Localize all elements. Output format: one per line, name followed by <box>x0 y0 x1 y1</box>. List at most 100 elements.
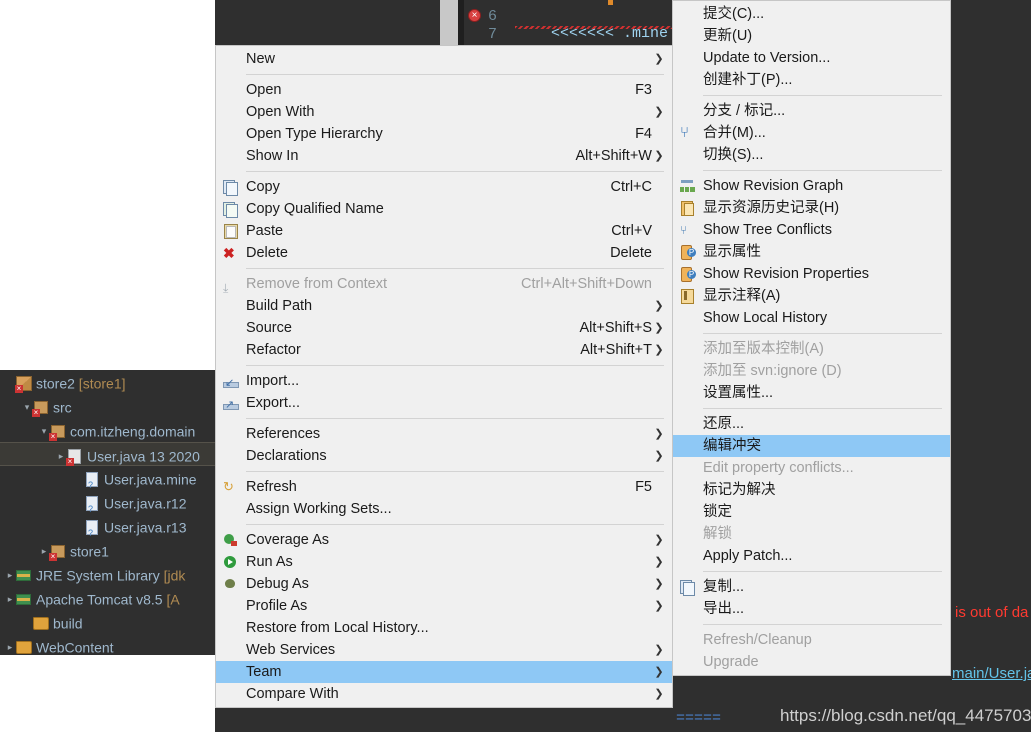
menu-item[interactable]: 更新(U) <box>673 25 950 47</box>
menu-item[interactable]: ↻ Refresh F5 <box>216 476 672 498</box>
menu-item[interactable]: Show Local History <box>673 307 950 329</box>
menu-separator <box>246 171 664 172</box>
menu-item[interactable]: ✖ Delete Delete <box>216 242 672 264</box>
tree-item[interactable]: build <box>0 610 215 634</box>
editor-link[interactable]: main/User.ja <box>952 665 1031 682</box>
menu-item[interactable]: Declarations ❯ <box>216 445 672 467</box>
tree-item[interactable]: User.java.mine <box>0 466 215 497</box>
copy-icon <box>216 178 246 196</box>
menu-item: Edit property conflicts... <box>673 457 950 479</box>
menu-item[interactable]: Open F3 <box>216 79 672 101</box>
menu-item[interactable]: Open With ❯ <box>216 101 672 123</box>
menu-item[interactable]: Open Type Hierarchy F4 <box>216 123 672 145</box>
menu-item[interactable]: 标记为解决 <box>673 479 950 501</box>
tree-item-suffix: [jdk <box>159 567 186 584</box>
menu-item[interactable]: 导出... <box>673 598 950 620</box>
menu-separator <box>246 365 664 366</box>
menu-item[interactable]: Run As ❯ <box>216 551 672 573</box>
menu-item[interactable]: Refactor Alt+Shift+T ❯ <box>216 339 672 361</box>
menu-item[interactable]: Source Alt+Shift+S ❯ <box>216 317 672 339</box>
submenu-arrow-icon: ❯ <box>654 322 664 334</box>
menu-item[interactable]: Copy Qualified Name <box>216 198 672 220</box>
run-icon <box>216 553 246 571</box>
menu-icon-placeholder <box>673 600 703 618</box>
menu-item[interactable]: Import... <box>216 370 672 394</box>
submenu-arrow-icon: ❯ <box>654 428 664 440</box>
menu-item-label: Apply Patch... <box>703 548 793 564</box>
project-explorer-tree[interactable]: store2 [store1]▾src▾com.itzheng.domain▸U… <box>0 370 215 655</box>
menu-item[interactable]: Export... <box>216 392 672 416</box>
tree-item[interactable]: ▸ JRE System Library [jdk <box>0 562 215 586</box>
tree-item[interactable]: User.java.r13 <box>0 514 215 545</box>
menu-icon-placeholder <box>673 340 703 358</box>
menu-item[interactable]: Team ❯ <box>216 661 672 683</box>
tree-item[interactable]: ▸User.java 13 2020 <box>0 442 215 466</box>
menu-item[interactable]: 显示注释(A) <box>673 285 950 307</box>
menu-item[interactable]: Web Services ❯ <box>216 639 672 661</box>
menu-item[interactable]: New ❯ <box>216 48 672 70</box>
menu-item-label: 切换(S)... <box>703 147 764 163</box>
menu-item[interactable]: 显示属性 <box>673 241 950 263</box>
menu-item[interactable]: References ❯ <box>216 423 672 445</box>
editor-scroll-gutter[interactable] <box>440 0 458 45</box>
tree-item[interactable]: ▸ Apache Tomcat v8.5 [A <box>0 586 215 610</box>
annotate-icon <box>673 287 703 305</box>
menu-item[interactable]: Assign Working Sets... <box>216 498 672 520</box>
menu-item[interactable]: 显示资源历史记录(H) <box>673 197 950 219</box>
menu-item[interactable]: 设置属性... <box>673 382 950 404</box>
menu-item[interactable]: Debug As ❯ <box>216 573 672 595</box>
menu-item[interactable]: 还原... <box>673 413 950 435</box>
menu-icon-placeholder <box>673 415 703 433</box>
tree-item[interactable]: ▸store1 <box>0 538 215 562</box>
menu-item[interactable]: 切换(S)... <box>673 144 950 166</box>
tree-item[interactable]: ▾src <box>0 394 215 418</box>
menu-item[interactable]: Show Revision Graph <box>673 175 950 197</box>
menu-item[interactable]: 编辑冲突 <box>673 435 950 457</box>
delete-icon: ✖ <box>216 244 246 262</box>
menu-item[interactable]: Build Path ❯ <box>216 295 672 317</box>
menu-item[interactable]: Profile As ❯ <box>216 595 672 617</box>
tree-item[interactable]: ▾com.itzheng.domain <box>0 418 215 442</box>
menu-item[interactable]: 锁定 <box>673 501 950 523</box>
tree-expand-arrow-icon[interactable]: ▸ <box>4 587 16 611</box>
menu-item[interactable]: Show Revision Properties <box>673 263 950 285</box>
menu-item: 添加至 svn:ignore (D) <box>673 360 950 382</box>
menu-item[interactable]: Apply Patch... <box>673 545 950 567</box>
menu-icon-placeholder <box>216 425 246 443</box>
tree-item-suffix: [A <box>162 591 180 608</box>
menu-item[interactable]: Compare With ❯ <box>216 683 672 705</box>
menu-item[interactable]: ⑂ Show Tree Conflicts <box>673 219 950 241</box>
menu-item[interactable]: 创建补丁(P)... <box>673 69 950 91</box>
menu-item[interactable]: Update to Version... <box>673 47 950 69</box>
menu-icon-placeholder <box>673 27 703 45</box>
menu-item[interactable]: Show In Alt+Shift+W ❯ <box>216 145 672 167</box>
menu-icon-placeholder <box>673 71 703 89</box>
menu-item[interactable]: 提交(C)... <box>673 3 950 25</box>
menu-item-shortcut: Delete <box>610 245 652 261</box>
tree-item[interactable]: store2 [store1] <box>0 370 215 394</box>
menu-item[interactable]: Paste Ctrl+V <box>216 220 672 242</box>
tree-item-label: JRE System Library <box>36 567 160 584</box>
error-marker-icon[interactable]: × <box>468 9 481 22</box>
tree-expand-arrow-icon[interactable]: ▸ <box>4 635 16 655</box>
menu-item[interactable]: Copy Ctrl+C <box>216 176 672 198</box>
menu-item[interactable]: ⑂ 合并(M)... <box>673 122 950 144</box>
menu-item-label: Assign Working Sets... <box>246 501 392 517</box>
properties-icon-glyph <box>680 245 696 260</box>
context-menu[interactable]: New ❯ Open F3 Open With ❯ Open Type Hierarchy F… <box>215 45 673 708</box>
refresh-icon: ↻ <box>216 478 246 496</box>
menu-item-shortcut: F3 <box>635 82 652 98</box>
menu-item-label: Debug As <box>246 576 309 592</box>
project-icon <box>15 376 32 393</box>
team-submenu[interactable]: 提交(C)... 更新(U) Update to Version... 创建补丁(P)… <box>672 0 951 676</box>
tree-item[interactable]: ▸ WebContent <box>0 634 215 655</box>
menu-item[interactable]: Coverage As ❯ <box>216 529 672 551</box>
submenu-arrow-icon: ❯ <box>654 150 664 162</box>
tree-item[interactable]: User.java.r12 <box>0 490 215 521</box>
menu-item[interactable]: 复制... <box>673 576 950 598</box>
menu-item[interactable]: Restore from Local History... <box>216 617 672 639</box>
menu-item-label: 添加至 svn:ignore (D) <box>703 363 842 379</box>
menu-item[interactable]: 分支 / 标记... <box>673 100 950 122</box>
tree-expand-arrow-icon[interactable]: ▸ <box>4 563 16 587</box>
source-folder-icon <box>32 400 49 417</box>
